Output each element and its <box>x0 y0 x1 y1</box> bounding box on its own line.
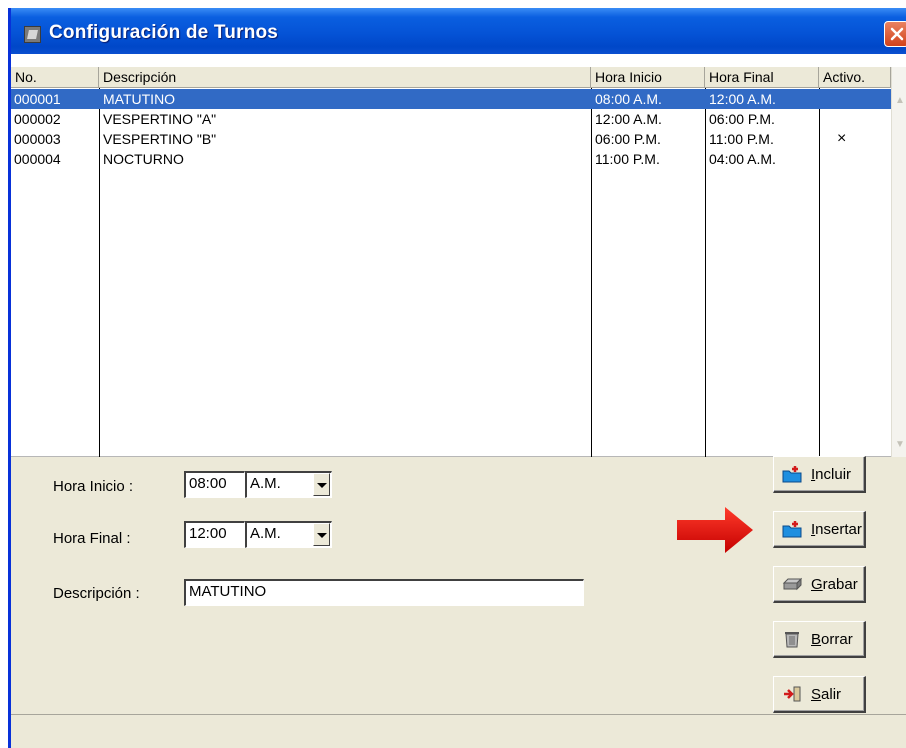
incluir-label: Incluir <box>811 466 852 483</box>
window-title: Configuración de Turnos <box>49 22 279 43</box>
cell-descripcion: VESPERTINO "B" <box>103 131 217 147</box>
cell-no: 000004 <box>14 151 61 167</box>
title-bar[interactable]: Configuración de Turnos <box>11 8 906 54</box>
chevron-down-icon[interactable] <box>313 473 330 496</box>
close-button[interactable] <box>884 21 906 47</box>
column-header-descripcion[interactable]: Descripción <box>99 67 591 88</box>
shifts-table[interactable]: No. Descripción Hora Inicio Hora Final A… <box>11 54 906 457</box>
table-row[interactable]: 000001 MATUTINO 08:00 A.M. 12:00 A.M. <box>11 89 891 109</box>
cell-descripcion: MATUTINO <box>103 91 176 107</box>
grabar-button[interactable]: Grabar <box>773 566 866 603</box>
cell-hora-final: 12:00 A.M. <box>709 91 776 107</box>
cell-hora-final: 06:00 P.M. <box>709 111 775 127</box>
cell-no: 000002 <box>14 111 61 127</box>
cell-no: 000003 <box>14 131 61 147</box>
annotation-arrow-icon <box>677 507 753 553</box>
app-icon <box>24 26 41 43</box>
column-header-hora-final[interactable]: Hora Final <box>705 67 819 88</box>
table-row[interactable]: 000002 VESPERTINO "A" 12:00 A.M. 06:00 P… <box>11 109 891 129</box>
cell-hora-inicio: 06:00 P.M. <box>595 131 661 147</box>
trash-icon <box>785 632 799 648</box>
cell-descripcion: VESPERTINO "A" <box>103 111 217 127</box>
close-icon <box>890 27 904 41</box>
hora-final-time-field[interactable]: 12:00 <box>184 521 245 548</box>
incluir-button[interactable]: Incluir <box>773 456 866 493</box>
save-icon <box>782 577 802 591</box>
cell-hora-inicio: 08:00 A.M. <box>595 91 662 107</box>
exit-icon <box>784 686 801 702</box>
cell-hora-inicio: 12:00 A.M. <box>595 111 662 127</box>
hora-inicio-ampm-value: A.M. <box>250 475 281 492</box>
chevron-down-icon[interactable] <box>313 523 330 546</box>
hora-inicio-label: Hora Inicio : <box>53 478 134 495</box>
hora-final-ampm-value: A.M. <box>250 525 281 542</box>
cell-hora-inicio: 11:00 P.M. <box>595 151 660 167</box>
grabar-label: Grabar <box>811 576 858 593</box>
cell-hora-final: 11:00 P.M. <box>709 131 774 147</box>
descripcion-label: Descripción : <box>53 585 140 602</box>
scroll-up-icon[interactable]: ▲ <box>895 95 905 106</box>
borrar-button[interactable]: Borrar <box>773 621 866 658</box>
table-header: No. Descripción Hora Inicio Hora Final A… <box>11 67 891 88</box>
cell-activo: × <box>837 130 847 147</box>
cell-no: 000001 <box>14 91 61 107</box>
config-turnos-window: Configuración de Turnos No. Descripción … <box>8 8 906 748</box>
column-header-activo[interactable]: Activo. <box>819 67 891 88</box>
column-header-no[interactable]: No. <box>11 67 99 88</box>
cell-descripcion: NOCTURNO <box>103 151 184 167</box>
vertical-scrollbar[interactable]: ▲ ▼ <box>891 67 906 457</box>
salir-label: Salir <box>811 686 842 703</box>
descripcion-field[interactable]: MATUTINO <box>184 579 584 606</box>
salir-button[interactable]: Salir <box>773 676 866 713</box>
table-row[interactable]: 000003 VESPERTINO "B" 06:00 P.M. 11:00 P… <box>11 129 891 149</box>
insertar-button[interactable]: Insertar <box>773 511 866 548</box>
scroll-down-icon[interactable]: ▼ <box>895 439 905 450</box>
folder-insert-icon <box>782 521 802 538</box>
cell-hora-final: 04:00 A.M. <box>709 151 776 167</box>
hora-final-label: Hora Final : <box>53 530 131 547</box>
borrar-label: Borrar <box>811 631 853 648</box>
table-row[interactable]: 000004 NOCTURNO 11:00 P.M. 04:00 A.M. <box>11 149 891 169</box>
folder-add-icon <box>782 466 802 483</box>
status-bar <box>11 714 906 748</box>
hora-inicio-time-field[interactable]: 08:00 <box>184 471 245 498</box>
column-header-hora-inicio[interactable]: Hora Inicio <box>591 67 705 88</box>
insertar-label: Insertar <box>811 521 862 538</box>
